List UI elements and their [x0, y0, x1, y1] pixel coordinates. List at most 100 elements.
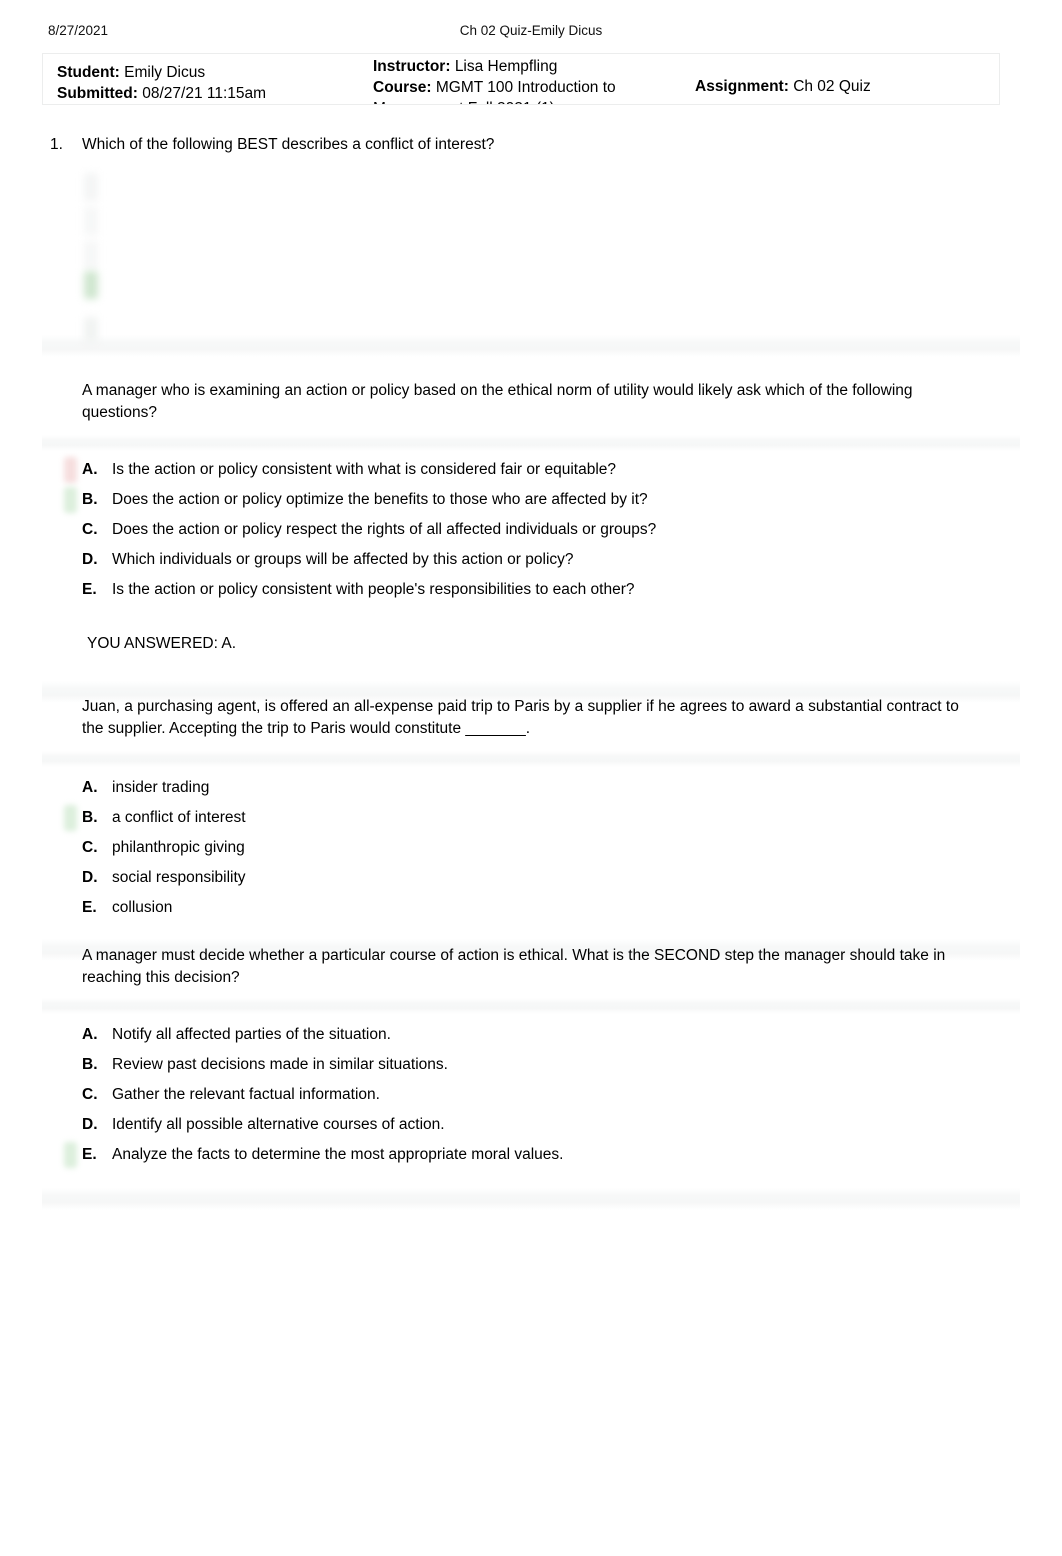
section-band-1: [42, 335, 1020, 357]
option-row[interactable]: B. Review past decisions made in similar…: [82, 1050, 1020, 1080]
option-text: Review past decisions made in similar si…: [112, 1056, 448, 1073]
option-row[interactable]: C. Gather the relevant factual informati…: [82, 1080, 1020, 1110]
question-1-heading: 1. Which of the following BEST describes …: [50, 134, 1010, 155]
option-text: Analyze the facts to determine the most …: [112, 1146, 564, 1163]
option-letter: C.: [82, 839, 98, 856]
instructor-row: Instructor: Lisa Hempfling: [373, 56, 673, 77]
correct-answer-marker-icon: [64, 805, 77, 831]
info-column-assignment: Assignment: Ch 02 Quiz: [695, 76, 985, 97]
ghost-marker-b: [84, 207, 98, 235]
chosen-answer-marker-icon: [64, 457, 77, 483]
question-2-options: A. Is the action or policy consistent wi…: [42, 455, 1020, 605]
ghost-marker-a: [84, 173, 98, 201]
print-header: 8/27/2021 Ch 02 Quiz-Emily Dicus: [42, 21, 1020, 41]
instructor-value: Lisa Hempfling: [454, 58, 558, 75]
option-letter: A.: [82, 779, 98, 796]
question-3-block: Juan, a purchasing agent, is offered an …: [42, 696, 1020, 961]
option-row[interactable]: E. collusion: [82, 893, 1020, 923]
assignment-label: Assignment:: [695, 78, 789, 95]
option-row[interactable]: D. Which individuals or groups will be a…: [82, 545, 1020, 575]
section-band-4: [42, 1188, 1020, 1210]
option-row[interactable]: A. Notify all affected parties of the si…: [82, 1020, 1020, 1050]
option-text: Identify all possible alternative course…: [112, 1116, 445, 1133]
ghost-marker-d: [84, 271, 98, 299]
option-text: Does the action or policy optimize the b…: [112, 491, 648, 508]
question-4-options: A. Notify all affected parties of the si…: [42, 1020, 1020, 1170]
option-text: a conflict of interest: [112, 809, 246, 826]
option-text: collusion: [112, 899, 173, 916]
option-letter: E.: [82, 899, 97, 916]
info-column-course: Instructor: Lisa Hempfling Course: MGMT …: [373, 56, 673, 104]
option-row[interactable]: E. Is the action or policy consistent wi…: [82, 575, 1020, 605]
question-4-block: A manager must decide whether a particul…: [42, 945, 1020, 1210]
option-letter: D.: [82, 551, 98, 568]
question-2-block: A manager who is examining an action or …: [42, 380, 1020, 703]
info-column-student: Student: Emily Dicus Submitted: 08/27/21…: [57, 62, 357, 104]
option-row[interactable]: D. social responsibility: [82, 863, 1020, 893]
option-letter: D.: [82, 1116, 98, 1133]
student-label: Student:: [57, 64, 120, 81]
option-row[interactable]: D. Identify all possible alternative cou…: [82, 1110, 1020, 1140]
option-letter: A.: [82, 1026, 98, 1043]
instructor-label: Instructor:: [373, 58, 451, 75]
option-row[interactable]: C. philanthropic giving: [82, 833, 1020, 863]
option-row[interactable]: E. Analyze the facts to determine the mo…: [64, 1140, 1020, 1170]
option-letter: E.: [82, 581, 97, 598]
question-3-stem: Juan, a purchasing agent, is offered an …: [82, 698, 959, 737]
option-text: insider trading: [112, 779, 210, 796]
assignment-row: Assignment: Ch 02 Quiz: [695, 76, 985, 97]
option-letter: E.: [82, 1146, 97, 1163]
option-text: Notify all affected parties of the situa…: [112, 1026, 391, 1043]
option-text: philanthropic giving: [112, 839, 245, 856]
question-2-stem: A manager who is examining an action or …: [82, 382, 913, 421]
question-4-stem: A manager must decide whether a particul…: [82, 947, 946, 986]
option-row[interactable]: C. Does the action or policy respect the…: [82, 515, 1020, 545]
quiz-printout-page: 8/27/2021 Ch 02 Quiz-Emily Dicus Student…: [0, 0, 1062, 1556]
question-2-divider-band: [42, 435, 1020, 451]
option-row[interactable]: A. Is the action or policy consistent wi…: [64, 455, 1020, 485]
answer-marker-icon: [64, 517, 77, 543]
ghost-marker-e: [84, 317, 98, 343]
option-row[interactable]: B. Does the action or policy optimize th…: [64, 485, 1020, 515]
answer-marker-icon: [64, 547, 77, 573]
correct-answer-marker-icon: [64, 487, 77, 513]
question-1-block: [42, 165, 1020, 357]
question-4-divider-band: [42, 998, 1020, 1014]
option-letter: A.: [82, 461, 98, 478]
option-letter: C.: [82, 1086, 98, 1103]
submitted-row: Submitted: 08/27/21 11:15am: [57, 83, 357, 104]
option-letter: B.: [82, 809, 98, 826]
question-3-options: A. insider trading B. a conflict of inte…: [42, 773, 1020, 923]
option-text: Is the action or policy consistent with …: [112, 461, 617, 478]
option-letter: D.: [82, 869, 98, 886]
submitted-label: Submitted:: [57, 85, 138, 102]
course-row: Course: MGMT 100 Introduction to Managem…: [373, 77, 673, 104]
quiz-info-box: Student: Emily Dicus Submitted: 08/27/21…: [42, 53, 1000, 105]
question-3-divider-band: [42, 751, 1020, 767]
option-text: social responsibility: [112, 869, 246, 886]
option-row[interactable]: A. insider trading: [82, 773, 1020, 803]
option-letter: C.: [82, 521, 98, 538]
question-1-number: 1.: [50, 136, 63, 153]
answer-marker-icon: [64, 775, 77, 801]
answer-marker-icon: [64, 1052, 77, 1078]
answer-marker-icon: [64, 835, 77, 861]
course-label: Course:: [373, 79, 432, 96]
document-title: Ch 02 Quiz-Emily Dicus: [459, 23, 603, 38]
question-1-stem: Which of the following BEST describes a …: [82, 136, 495, 153]
student-value: Emily Dicus: [124, 64, 206, 81]
assignment-value: Ch 02 Quiz: [793, 78, 871, 95]
you-answered-label: YOU ANSWERED: A.: [87, 635, 237, 652]
answer-marker-icon: [64, 1082, 77, 1108]
correct-answer-marker-icon: [64, 1142, 77, 1168]
option-text: Gather the relevant factual information.: [112, 1086, 380, 1103]
option-row[interactable]: B. a conflict of interest: [64, 803, 1020, 833]
option-text: Is the action or policy consistent with …: [112, 581, 635, 598]
answer-marker-icon: [64, 895, 77, 921]
student-row: Student: Emily Dicus: [57, 62, 357, 83]
submitted-value: 08/27/21 11:15am: [142, 85, 267, 102]
question-1-options-blank: [42, 165, 1020, 343]
option-text: Does the action or policy respect the ri…: [112, 521, 657, 538]
option-letter: B.: [82, 491, 98, 508]
ghost-marker-c: [84, 241, 98, 269]
